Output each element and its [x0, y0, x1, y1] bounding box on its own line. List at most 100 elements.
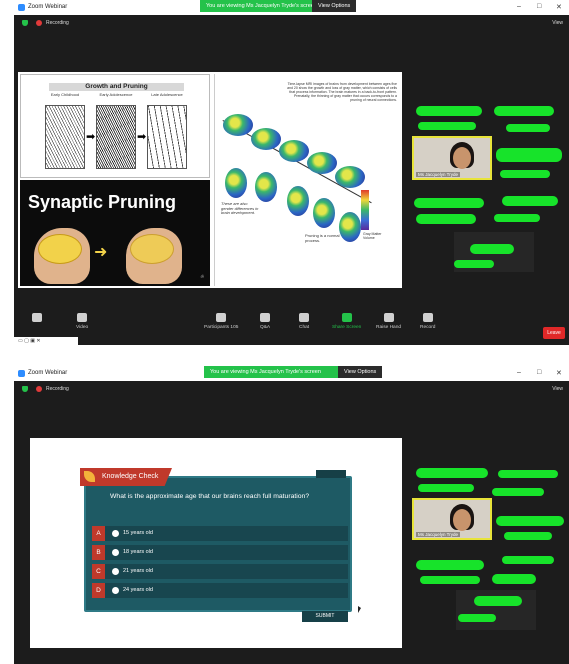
zoom-screenshot-quiz: Zoom Webinar You are viewing Ms Jacquely… — [14, 366, 569, 664]
redacted-name — [492, 574, 536, 584]
title-bar: Zoom Webinar You are viewing Ms Jacquely… — [14, 366, 569, 381]
mri-brain-image — [255, 172, 277, 202]
video-label: Video — [76, 325, 89, 330]
redacted-name — [502, 556, 554, 564]
maximize-button[interactable]: □ — [537, 369, 541, 376]
leave-button[interactable]: Leave — [543, 327, 565, 339]
answer-option-a[interactable]: A 15 years old — [92, 526, 348, 541]
participants-button[interactable]: Participants 105 — [204, 313, 238, 330]
option-letter: B — [92, 545, 105, 560]
zoom-logo-icon — [18, 370, 25, 377]
figure-title: Growth and Pruning — [49, 83, 184, 91]
mri-brain-image — [307, 152, 337, 174]
speaker-name: Ms Jacquelyn Tryde — [416, 172, 461, 177]
raise-hand-label: Raise Hand — [376, 325, 402, 330]
redacted-name — [496, 148, 562, 162]
knowledge-check-card: Knowledge Check What is the approximate … — [80, 468, 361, 622]
status-bar: Recording View — [14, 381, 569, 397]
option-text: 18 years old — [123, 549, 153, 555]
raise-hand-button[interactable]: Raise Hand — [376, 313, 401, 330]
answer-option-b[interactable]: B 18 years old — [92, 545, 348, 560]
chat-label: Chat — [299, 325, 310, 330]
raise-hand-icon — [383, 313, 394, 322]
shared-screen: Knowledge Check What is the approximate … — [30, 438, 402, 648]
minimize-button[interactable]: – — [517, 369, 521, 376]
color-scale — [361, 190, 369, 230]
answer-option-c[interactable]: C 21 years old — [92, 564, 348, 579]
minimize-button[interactable]: – — [517, 3, 521, 10]
share-screen-button[interactable]: Share Screen — [332, 313, 361, 330]
record-dot-icon — [36, 20, 42, 26]
mri-brain-image — [313, 198, 335, 228]
leaf-icon — [84, 471, 95, 482]
radio-button[interactable] — [112, 587, 119, 594]
qa-button[interactable]: Q&A — [260, 313, 270, 330]
brain-illustration — [130, 234, 174, 264]
mute-button[interactable] — [32, 313, 42, 325]
neuron-drawing — [45, 105, 85, 169]
speaker-video-tile[interactable]: Ms Jacquelyn Tryde — [412, 498, 492, 540]
radio-button[interactable] — [112, 549, 119, 556]
view-options-button[interactable]: View Options — [312, 0, 357, 12]
scale-label: Gray Matter Volume — [363, 232, 382, 240]
redacted-name — [496, 516, 564, 526]
shared-screen: Growth and Pruning Early Childhood Early… — [18, 72, 402, 288]
redacted-name — [474, 596, 522, 606]
radio-button[interactable] — [112, 530, 119, 537]
header-label: Knowledge Check — [102, 473, 159, 480]
arrow-right-icon: ➡ — [137, 131, 147, 143]
redacted-name — [454, 260, 494, 268]
mri-brain-image — [287, 186, 309, 216]
shield-icon — [22, 386, 28, 392]
stage-label: Late Adolescence — [151, 92, 183, 97]
option-letter: C — [92, 564, 105, 579]
redacted-name — [414, 198, 484, 208]
participant-gallery: Ms Jacquelyn Tryde — [412, 464, 565, 654]
title-bar: Zoom Webinar You are viewing Ms Jacquely… — [14, 0, 569, 15]
redacted-name — [494, 214, 540, 222]
record-button[interactable]: Record — [420, 313, 435, 330]
maximize-button[interactable]: □ — [537, 3, 541, 10]
close-button[interactable]: ✕ — [556, 3, 562, 11]
meeting-toolbar: Video Participants 105 Q&A Chat Share Sc… — [14, 309, 569, 345]
mic-icon — [32, 313, 42, 322]
close-button[interactable]: ✕ — [556, 369, 562, 377]
mri-brain-image — [225, 168, 247, 198]
record-dot-icon — [36, 386, 42, 392]
zoom-screenshot-lecture: Zoom Webinar You are viewing Ms Jacquely… — [14, 0, 569, 345]
logo-badge: ॐ — [200, 274, 204, 279]
qa-label: Q&A — [260, 325, 271, 330]
pruning-title: Synaptic Pruning — [28, 192, 177, 212]
speaker-face — [453, 509, 471, 531]
knowledge-check-header: Knowledge Check — [80, 468, 172, 486]
shield-icon — [22, 20, 28, 26]
view-button[interactable]: View — [552, 20, 563, 26]
option-text: 15 years old — [123, 530, 153, 536]
speaker-face — [453, 147, 471, 169]
redacted-name — [500, 170, 550, 178]
chat-button[interactable]: Chat — [299, 313, 309, 330]
option-letter: A — [92, 526, 105, 541]
option-letter: D — [92, 583, 105, 598]
minimized-controls[interactable]: ▭ ▢ ▣ ✕ — [14, 337, 78, 345]
participants-label: Participants — [204, 325, 230, 330]
share-screen-icon — [341, 313, 352, 322]
zoom-logo-icon — [18, 4, 25, 11]
redacted-name — [458, 614, 496, 622]
window-title: Zoom Webinar — [28, 370, 68, 376]
radio-button[interactable] — [112, 568, 119, 575]
submit-button[interactable]: SUBMIT — [302, 611, 348, 622]
view-button[interactable]: View — [552, 386, 563, 392]
redacted-name — [494, 106, 554, 116]
view-options-button[interactable]: View Options — [338, 366, 383, 378]
speaker-video-tile[interactable]: Ms Jacquelyn Tryde — [412, 136, 492, 180]
mri-bottom-text: Pruning is a normal process. — [305, 233, 340, 243]
card-tab — [316, 470, 346, 478]
window-title: Zoom Webinar — [28, 4, 68, 10]
mri-brain-image — [251, 128, 281, 150]
answer-option-d[interactable]: D 24 years old — [92, 583, 348, 598]
record-icon — [422, 313, 433, 322]
qa-icon — [260, 313, 271, 322]
video-button[interactable]: Video — [76, 313, 88, 330]
recording-label: Recording — [46, 20, 69, 26]
